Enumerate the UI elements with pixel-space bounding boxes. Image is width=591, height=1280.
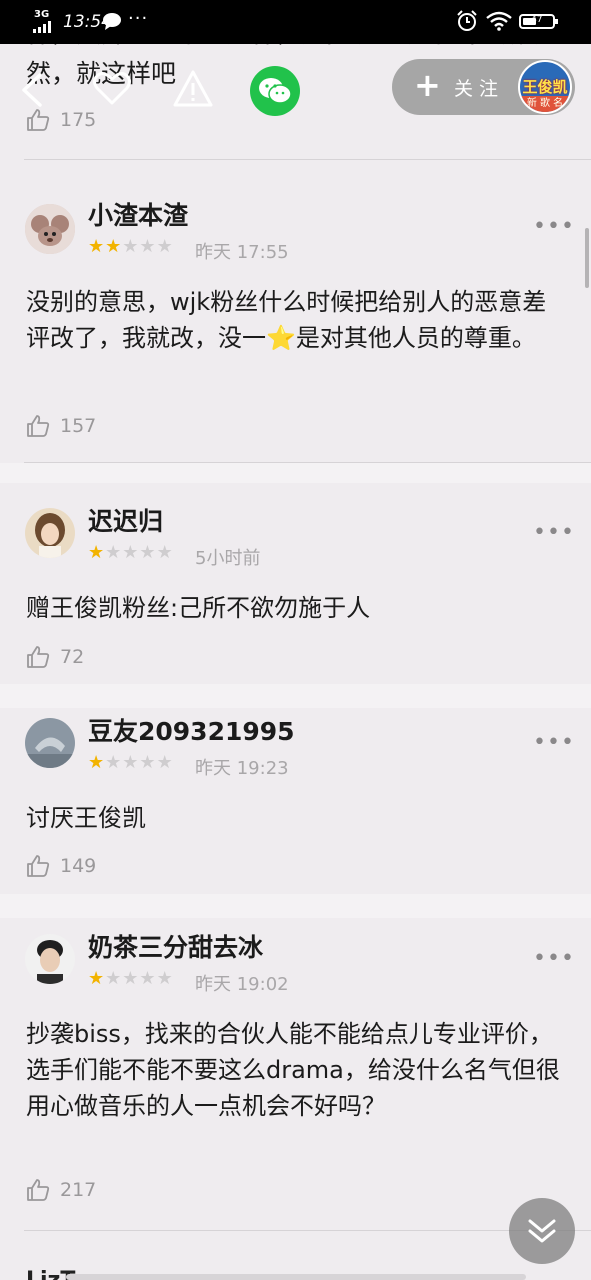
star-rating: ★★★★★ [88,236,174,257]
like-button[interactable]: 175 [26,108,96,132]
thumbs-up-icon [27,1179,50,1201]
more-options-icon[interactable]: ••• [533,214,575,239]
follow-button[interactable]: + 关注 王俊凯 新 歌 名 [392,59,575,115]
thumbs-up-icon [27,415,50,437]
star-rating: ★★★★★ [88,752,174,773]
review-content: 赠王俊凯粉丝:己所不欲勿施于人 [26,594,371,622]
divider [24,1230,591,1231]
reviewer-name[interactable]: 豆友209321995 [88,712,295,748]
section-gap [0,684,591,708]
artist-avatar[interactable]: 王俊凯 新 歌 名 [518,60,572,114]
star-filled-icon: ★ [88,752,106,773]
review-list[interactable]: 样，然并的也不想这样，这把说也说不出个所以然，就这样吧 175 小渣本渣 ★★★… [0,44,591,1280]
report-icon[interactable] [172,69,214,109]
star-empty-icon: ★ [105,752,123,773]
reviewer-name[interactable]: 小渣本渣 [88,196,188,232]
star-rating: ★★★★★ [88,542,174,563]
alarm-icon [457,10,477,31]
star-filled-icon: ★ [88,542,106,563]
star-empty-icon: ★ [156,968,174,989]
star-empty-icon: ★ [122,752,140,773]
star-filled-icon: ★ [105,236,123,257]
star-empty-icon: ★ [139,968,157,989]
star-empty-icon: ★ [122,236,140,257]
section-gap [0,894,591,918]
like-button[interactable]: 72 [26,645,84,669]
star-empty-icon: ★ [156,752,174,773]
more-options-icon[interactable]: ••• [533,730,575,755]
avatar[interactable] [25,508,75,558]
review-time: 昨天 19:23 [195,758,289,779]
review-time: 昨天 19:02 [195,974,289,995]
thumbs-up-icon [27,646,50,668]
reviewer-name[interactable]: 迟迟归 [88,502,163,538]
avatar[interactable] [25,934,75,984]
review-content: 没别的意思，wjk粉丝什么时候把给别人的恶意差评改了，我就改，没一⭐是对其他人员… [26,288,547,352]
star-empty-icon: ★ [105,968,123,989]
star-empty-icon: ★ [139,236,157,257]
follow-label: 关注 [454,78,505,100]
like-count: 217 [60,1179,97,1201]
more-options-icon[interactable]: ••• [533,946,575,971]
avatar[interactable] [25,718,75,768]
back-icon[interactable] [18,72,46,108]
star-empty-icon: ★ [122,542,140,563]
star-empty-icon: ★ [139,752,157,773]
scrollbar[interactable] [585,228,589,288]
divider [24,159,591,160]
signal-icon [33,21,51,33]
star-filled-icon: ★ [88,236,106,257]
like-button[interactable]: 217 [26,1178,96,1202]
plus-icon: + [414,66,441,104]
artist-avatar-title: 王俊凯 [522,78,568,96]
section-gap [0,463,591,483]
wifi-icon [486,11,512,31]
like-count: 72 [60,646,85,668]
star-empty-icon: ★ [139,542,157,563]
heart-icon[interactable] [92,69,132,107]
like-count: 149 [60,855,97,877]
thumbs-up-icon [27,109,50,131]
like-count: 175 [60,109,97,131]
review-content: 讨厌王俊凯 [26,804,146,832]
like-count: 157 [60,415,97,437]
review-time: 昨天 17:55 [195,242,289,263]
review-time: 5小时前 [195,548,261,569]
star-empty-icon: ★ [156,542,174,563]
wechat-icon [259,78,292,104]
star-empty-icon: ★ [122,968,140,989]
more-notifications-icon: ··· [128,8,149,29]
star-empty-icon: ★ [105,542,123,563]
review-content: 抄袭biss，找来的合伙人能不能给点儿专业评价，选手们能不能不要这么drama，… [26,1020,560,1120]
reviewer-name[interactable]: 奶茶三分甜去冰 [88,928,263,964]
status-bar: 3G 13:54 ··· 47 [0,0,591,44]
artist-avatar-band: 新 歌 名 [520,96,570,112]
avatar[interactable] [25,204,75,254]
star-filled-icon: ★ [88,968,106,989]
battery-icon: 47 [519,14,558,29]
double-chevron-down-icon [528,1219,556,1243]
like-button[interactable]: 157 [26,414,96,438]
network-type: 3G [34,9,50,20]
star-rating: ★★★★★ [88,968,174,989]
battery-level: 47 [531,15,543,25]
home-indicator [66,1274,526,1280]
thumbs-up-icon [27,855,50,877]
wechat-share-button[interactable] [250,66,300,116]
more-options-icon[interactable]: ••• [533,520,575,545]
message-icon [103,13,121,30]
like-button[interactable]: 149 [26,854,96,878]
star-empty-icon: ★ [156,236,174,257]
scroll-down-button[interactable] [509,1198,575,1264]
